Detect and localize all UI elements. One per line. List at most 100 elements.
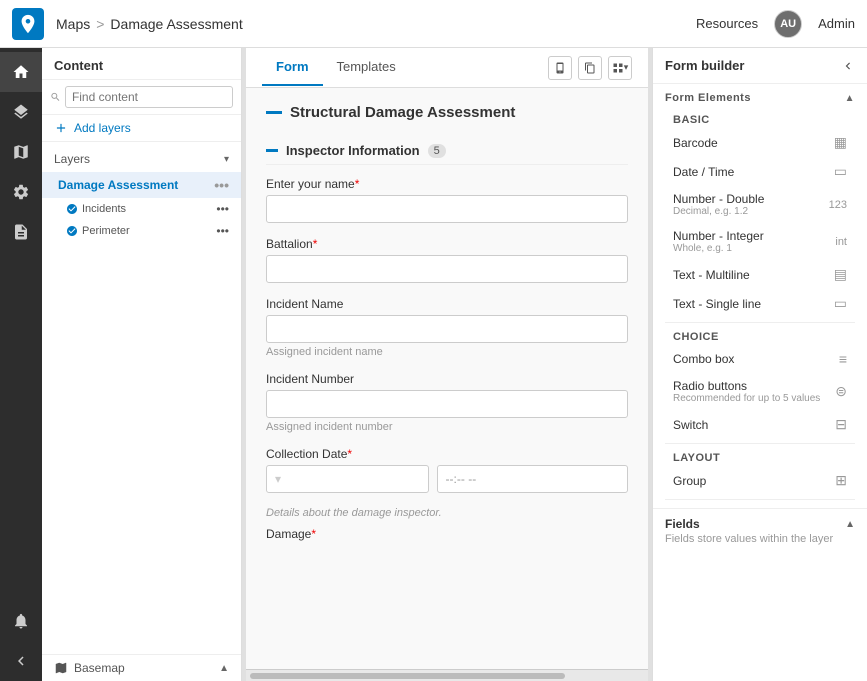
fields-collapse-icon[interactable]: ▲	[845, 519, 855, 530]
form-title-icon	[266, 111, 282, 114]
switch-icon: ⊟	[835, 416, 847, 433]
bottom-scrollbar[interactable]	[246, 669, 648, 681]
sub-layer-incidents[interactable]: Incidents •••	[42, 198, 241, 220]
el-number-integer-sub: Whole, e.g. 1	[673, 243, 764, 254]
el-combobox[interactable]: Combo box ≡	[665, 345, 855, 373]
el-text-multiline-label: Text - Multiline	[673, 268, 750, 282]
sidebar-notifications[interactable]	[0, 601, 42, 641]
field-battalion-label: Battalion*	[266, 237, 628, 251]
el-text-singleline[interactable]: Text - Single line ▭	[665, 289, 855, 318]
device-icon	[554, 62, 566, 74]
breadcrumb-page: Damage Assessment	[110, 16, 242, 32]
section-inspector: Inspector Information 5	[266, 137, 628, 165]
sidebar-map[interactable]	[0, 132, 42, 172]
basic-section-label: BASIC	[665, 110, 855, 128]
section-count: 5	[428, 144, 446, 158]
field-incident-number-label: Incident Number	[266, 372, 628, 386]
field-incident-name-hint: Assigned incident name	[266, 346, 628, 358]
el-combobox-label: Combo box	[673, 352, 734, 366]
tab-icon-btn-1[interactable]	[548, 56, 572, 80]
el-group[interactable]: Group ⊞	[665, 466, 855, 495]
avatar[interactable]: AU	[774, 10, 802, 38]
fields-title: Fields	[665, 517, 700, 531]
time-picker[interactable]: --:-- --	[437, 465, 628, 493]
number-double-icon: 123	[829, 199, 847, 211]
form-builder-title: Form builder	[665, 58, 744, 73]
el-radio[interactable]: Radio buttons Recommended for up to 5 va…	[665, 373, 855, 410]
topbar-right: Resources AU Admin	[696, 10, 855, 38]
el-number-integer[interactable]: Number - Integer Whole, e.g. 1 int	[665, 223, 855, 260]
form-elements-collapse-icon[interactable]: ▲	[845, 93, 855, 104]
sidebar-pages[interactable]	[0, 212, 42, 252]
el-switch-label: Switch	[673, 418, 708, 432]
add-icon	[54, 121, 68, 135]
form-title: Structural Damage Assessment	[290, 104, 515, 121]
breadcrumb-separator: >	[96, 16, 104, 32]
tab-icon-btn-3[interactable]: ▾	[608, 56, 632, 80]
el-barcode[interactable]: Barcode ▦	[665, 128, 855, 157]
layer-damage-menu-icon[interactable]: •••	[214, 177, 229, 193]
form-elements-section: Form Elements ▲ BASIC Barcode ▦ Date / T…	[653, 84, 867, 508]
tab-templates[interactable]: Templates	[323, 49, 410, 86]
admin-link[interactable]: Admin	[818, 16, 855, 31]
add-layers-button[interactable]: Add layers	[42, 115, 241, 142]
damage-field-label: Damage*	[266, 527, 628, 541]
layers-header[interactable]: Layers ▾	[42, 146, 241, 172]
field-name-input[interactable]	[266, 195, 628, 223]
breadcrumb-maps[interactable]: Maps	[56, 16, 90, 32]
barcode-icon: ▦	[834, 134, 847, 151]
field-incident-number-input[interactable]	[266, 390, 628, 418]
date-time-row: ▾ --:-- --	[266, 465, 628, 493]
sidebar-settings[interactable]	[0, 172, 42, 212]
el-text-multiline[interactable]: Text - Multiline ▤	[665, 260, 855, 289]
resources-link[interactable]: Resources	[696, 16, 758, 31]
sub-layer-perimeter-label: Perimeter	[82, 225, 130, 237]
el-switch[interactable]: Switch ⊟	[665, 410, 855, 439]
radio-icon: ⊜	[835, 383, 847, 400]
layer-damage-assessment[interactable]: Damage Assessment •••	[42, 172, 241, 198]
field-battalion: Battalion*	[266, 237, 628, 283]
sub-layer-incidents-label: Incidents	[82, 203, 126, 215]
sidebar-home[interactable]	[0, 52, 42, 92]
field-incident-number: Incident Number Assigned incident number	[266, 372, 628, 433]
form-builder-header: Form builder	[653, 48, 867, 84]
check-circle-icon	[66, 203, 78, 215]
datetime-icon: ▭	[834, 163, 847, 180]
field-incident-name-input[interactable]	[266, 315, 628, 343]
collapse-right-icon[interactable]	[841, 59, 855, 73]
el-datetime-label: Date / Time	[673, 165, 734, 179]
el-datetime[interactable]: Date / Time ▭	[665, 157, 855, 186]
fields-subtext: Fields store values within the layer	[665, 533, 855, 545]
content-sidebar: Content Add layers Layers ▾ Damage Asses…	[42, 48, 242, 681]
tabs-right: ▾	[548, 56, 632, 80]
incidents-menu-icon[interactable]: •••	[216, 202, 229, 216]
breadcrumb: Maps > Damage Assessment	[56, 16, 243, 32]
fields-section: Fields ▲ Fields store values within the …	[653, 508, 867, 553]
tab-icon-btn-2[interactable]	[578, 56, 602, 80]
fields-header: Fields ▲	[665, 517, 855, 531]
form-tabs: Form Templates ▾	[246, 48, 648, 88]
search-input[interactable]	[65, 86, 233, 108]
layers-collapse-icon: ▾	[224, 154, 229, 165]
field-battalion-input[interactable]	[266, 255, 628, 283]
perimeter-menu-icon[interactable]: •••	[216, 224, 229, 238]
icon-sidebar	[0, 48, 42, 681]
sub-layer-perimeter[interactable]: Perimeter •••	[42, 220, 241, 242]
content-sidebar-title: Content	[42, 48, 241, 80]
el-radio-sub: Recommended for up to 5 values	[673, 393, 820, 404]
tab-form[interactable]: Form	[262, 49, 323, 86]
el-number-double-label: Number - Double	[673, 192, 764, 206]
basemap-label: Basemap	[74, 661, 125, 675]
date-picker[interactable]: ▾	[266, 465, 429, 493]
field-incident-name-label: Incident Name	[266, 297, 628, 311]
layout-section-label: LAYOUT	[665, 448, 855, 466]
sidebar-collapse[interactable]	[0, 641, 42, 681]
topbar: Maps > Damage Assessment Resources AU Ad…	[0, 0, 867, 48]
el-number-double[interactable]: Number - Double Decimal, e.g. 1.2 123	[665, 186, 855, 223]
app-logo[interactable]	[12, 8, 44, 40]
layers-section: Layers ▾ Damage Assessment ••• Incidents…	[42, 142, 241, 246]
sidebar-layers[interactable]	[0, 92, 42, 132]
check-circle-icon2	[66, 225, 78, 237]
main-area: Content Add layers Layers ▾ Damage Asses…	[0, 48, 867, 681]
basemap-row[interactable]: Basemap ▲	[42, 654, 241, 681]
